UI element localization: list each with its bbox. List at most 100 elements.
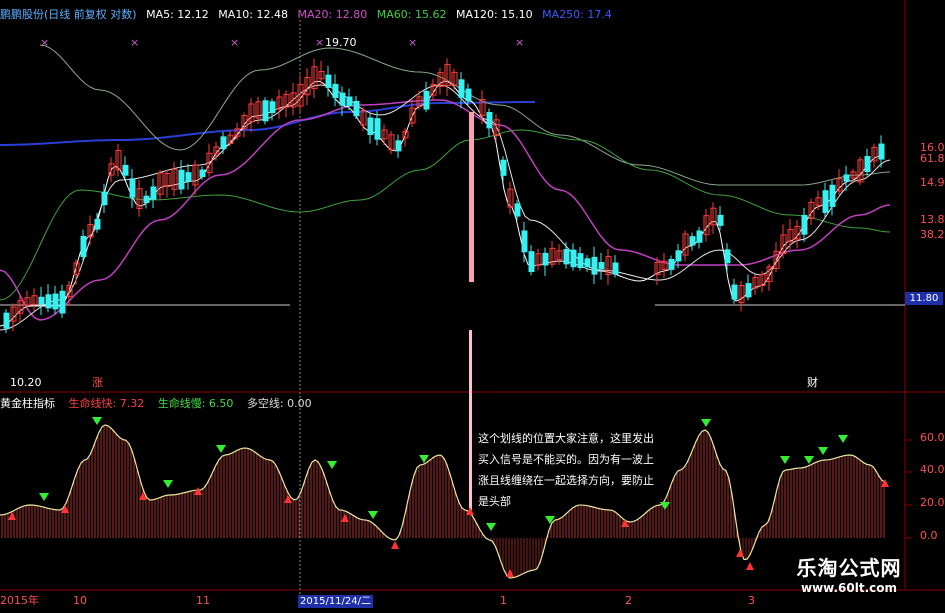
candle-body [374, 118, 381, 140]
sell-triangle-7 [486, 523, 496, 531]
candle-body [822, 190, 829, 213]
buy-triangle-6 [391, 541, 399, 549]
ma60-label: MA60: 15.62 [376, 8, 447, 21]
candle-body [731, 284, 738, 300]
candle-body [542, 252, 549, 266]
ma120-label: MA120: 15.10 [455, 8, 533, 21]
current-price-tag: 11.80 [905, 292, 943, 305]
slow-line-label: 生命线慢: 6.50 [157, 397, 234, 410]
x-label-1: 10 [73, 594, 87, 607]
signal-bar [469, 112, 474, 282]
candle-body [262, 100, 269, 122]
annotation-text: 这个划线的位置大家注意，这里发出 买入信号是不能买的。因为有一波上 涨且线缠绕在… [478, 428, 698, 512]
candle-body [353, 100, 360, 117]
sell-triangle-11 [780, 456, 790, 464]
candle-body [52, 293, 59, 310]
candle-body [864, 155, 871, 173]
candle-body [528, 251, 535, 273]
ma10-label: MA10: 12.48 [218, 8, 289, 21]
x-marker-4: × [408, 36, 417, 49]
watermark-url: www.60lt.com [800, 581, 898, 595]
candle-body [220, 136, 227, 150]
candle-body [38, 296, 45, 305]
candle-body [612, 262, 619, 275]
buy-triangle-9 [621, 519, 629, 527]
x-marker-3: × [315, 36, 324, 49]
sell-triangle-1 [39, 493, 49, 501]
sell-triangle-14 [838, 435, 848, 443]
candle-body [346, 96, 353, 106]
high-label: 19.70 [325, 36, 357, 49]
x-label-2: 11 [196, 594, 210, 607]
ma120-line [39, 44, 891, 186]
stock-name: 鹏鹏股份(日线 前复权 对数) [0, 8, 137, 21]
candle-body [178, 169, 185, 190]
candle-body [423, 90, 430, 110]
candle-body [339, 92, 346, 106]
buy-triangle-8 [506, 569, 514, 577]
watermark: 乐淘公式网 www.60lt.com [769, 552, 929, 595]
candle-body [325, 74, 332, 88]
candle-body [122, 164, 129, 176]
candle-body [591, 256, 598, 275]
candle-body [367, 117, 374, 136]
annotation-line-1: 这个划线的位置大家注意，这里发出 [478, 432, 654, 445]
candle-body [269, 101, 276, 114]
x-marker-0: × [40, 36, 49, 49]
candle-body [521, 230, 528, 253]
watermark-title: 乐淘公式网 [796, 556, 902, 580]
candle-body [801, 214, 808, 235]
annotation-line-2: 买入信号是不能买的。因为有一波上 [478, 453, 654, 466]
buy-triangle-5 [341, 514, 349, 522]
candle-body [129, 178, 136, 198]
candle-body [94, 218, 101, 230]
sell-triangle-2 [163, 480, 173, 488]
candle-body [577, 253, 584, 268]
candle-body [150, 186, 157, 200]
indicator-legend: 黄金柱指标 生命线快: 7.32 生命线慢: 6.50 多空线: 0.00 [0, 395, 322, 411]
ma20-label: MA20: 12.80 [297, 8, 368, 21]
sell-triangle-0 [92, 417, 102, 425]
axis-label-3: 14.9 [920, 176, 945, 189]
sell-triangle-12 [804, 456, 814, 464]
candle-body [45, 294, 52, 309]
sell-triangle-4 [327, 461, 337, 469]
fast-line-label: 生命线快: 7.32 [68, 397, 145, 410]
ind-axis-20: 20.0 [920, 496, 945, 509]
candle-body [563, 249, 570, 265]
x-marker-5: × [515, 36, 524, 49]
x-label-0: 2015年 [0, 594, 39, 607]
candle-body [514, 203, 521, 217]
candle-body [598, 262, 605, 270]
ma250-label: MA250: 17.4 [542, 8, 612, 21]
candle-body [696, 230, 703, 243]
ma10-line [0, 84, 891, 331]
buy-triangle-3 [194, 487, 202, 495]
ma5-label: MA5: 12.12 [146, 8, 209, 21]
candle-body [570, 249, 577, 268]
candle-body [80, 235, 87, 258]
candle-body [185, 172, 192, 182]
candle-body [143, 195, 150, 204]
candle-body [724, 249, 731, 264]
x-marker-1: × [130, 36, 139, 49]
signal-bar-lower [469, 330, 472, 510]
candle-body [500, 159, 507, 176]
x-label-5: 2 [625, 594, 632, 607]
candle-body [745, 283, 752, 298]
longshort-label: 多空线: 0.00 [246, 397, 312, 410]
chart-window[interactable]: × × × × × × 鹏鹏股份(日线 前复权 对数) MA5: 12.12 MA10: … [0, 0, 945, 609]
crosshair-date-tag: 2015/11/24/二 [298, 595, 374, 608]
candle-body [717, 214, 724, 226]
candle-body [668, 258, 675, 270]
sell-triangle-5 [368, 511, 378, 519]
candle-body [689, 236, 696, 246]
candle-body [101, 191, 108, 206]
candle-body [675, 250, 682, 262]
kline-chart[interactable]: × × × × × × [0, 0, 945, 609]
candle-body [199, 169, 206, 178]
x-label-6: 3 [748, 594, 755, 607]
axis-label-4: 13.8 [920, 213, 945, 226]
candle-body [395, 140, 402, 152]
ma-legend: 鹏鹏股份(日线 前复权 对数) MA5: 12.12 MA10: 12.48 M… [0, 6, 618, 22]
